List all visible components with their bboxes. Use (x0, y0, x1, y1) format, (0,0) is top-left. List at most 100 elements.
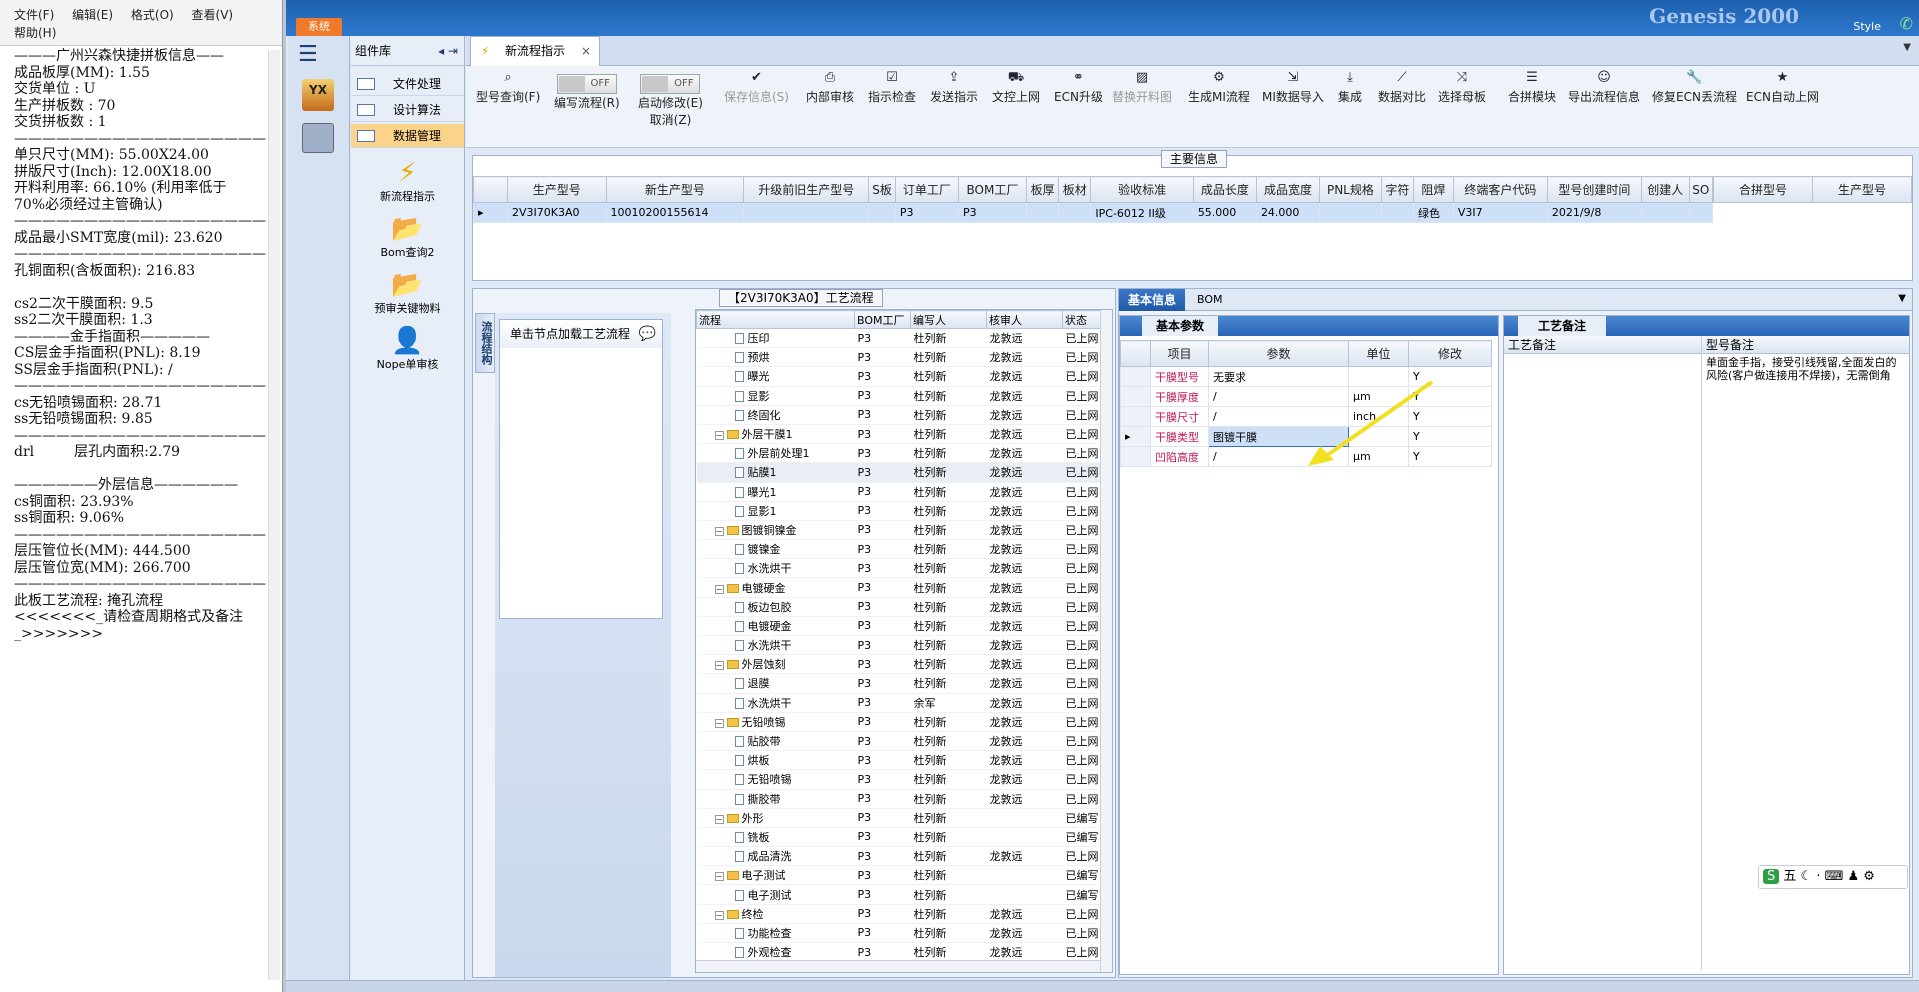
main-info-col[interactable]: 板材 (1058, 176, 1092, 203)
menu-view[interactable]: 查看(V) (192, 6, 234, 24)
main-info-col[interactable]: 生产型号 (507, 176, 607, 203)
check-instruction-button[interactable]: ☑ 指示检查 (868, 70, 916, 105)
menu-edit[interactable]: 编辑(E) (72, 6, 113, 24)
tool-nope-review[interactable]: 👤 Nope单审核 (351, 326, 464, 372)
main-info-cell[interactable]: 10010200155614 (605, 202, 745, 223)
tree-hscrollbar[interactable] (696, 960, 1100, 972)
menu-help[interactable]: 帮助(H) (14, 24, 56, 42)
tree-node[interactable]: − 外形 (696, 808, 855, 828)
save-info-button[interactable]: ✔ 保存信息(S) (724, 70, 789, 105)
main-info-cell[interactable]: V3I7 (1452, 202, 1548, 223)
tree-node[interactable]: 水洗烘干 (696, 558, 855, 579)
col-item[interactable]: 项目 (1150, 340, 1209, 367)
tree-node[interactable]: 铣板 (696, 827, 855, 848)
hamburger-icon[interactable]: ☰ (298, 42, 339, 67)
col-modify[interactable]: 修改 (1408, 340, 1492, 367)
flow-structure-vtab[interactable]: 流程结构 (475, 313, 495, 373)
chevron-down-icon[interactable]: ▼ (1898, 293, 1906, 304)
tree-node[interactable]: 曝光1 (696, 482, 855, 502)
internal-audit-button[interactable]: ⎙ 内部审核 (806, 70, 854, 105)
tree-node[interactable]: − 图镀铜镍金 (696, 520, 855, 541)
subtab-basic-params[interactable]: 基本参数 (1142, 316, 1219, 336)
main-info-cell[interactable] (1688, 202, 1714, 223)
main-info-col[interactable]: 终端客户代码 (1452, 176, 1548, 203)
tree-row[interactable]: 显影 P3 杜列新 龙敦远 已上网 (696, 386, 1101, 406)
tree-node[interactable]: 电子测试 (696, 884, 855, 905)
tab-basic-info[interactable]: 基本信息 (1119, 289, 1185, 311)
component-design-algorithm[interactable]: 设计算法 (351, 98, 464, 122)
tree-row[interactable]: 无铅喷锡 P3 杜列新 龙敦远 已上网 (696, 769, 1101, 790)
tree-node[interactable]: 外层前处理1 (696, 443, 855, 464)
tree-node[interactable]: 显影 (696, 386, 855, 406)
tree-node[interactable]: 镀镍金 (696, 539, 855, 560)
model-query-button[interactable]: ⌕ 型号查询(F) (476, 70, 540, 105)
tree-row[interactable]: 撕胶带 P3 杜列新 龙敦远 已上网 (696, 789, 1101, 809)
main-info-col[interactable]: SO (1688, 176, 1714, 203)
main-info-cell[interactable] (1058, 202, 1092, 223)
main-info-cell[interactable]: P3 (957, 202, 1027, 223)
tree-row[interactable]: − 外层蚀刻 P3 杜列新 龙敦远 已上网 (696, 654, 1101, 675)
tree-row[interactable]: 水洗烘干 P3 杜列新 龙敦远 已上网 (696, 635, 1101, 656)
main-info-col[interactable]: 升级前旧生产型号 (743, 176, 870, 203)
tree-row[interactable]: − 图镀铜镍金 P3 杜列新 龙敦远 已上网 (696, 520, 1101, 541)
col-reviewer[interactable]: 核审人 (986, 310, 1063, 329)
tree-node[interactable]: 显影1 (696, 501, 855, 521)
tree-row[interactable]: 铣板 P3 杜列新 已编写 (696, 827, 1101, 848)
tree-node[interactable]: 退膜 (696, 673, 855, 694)
tree-node[interactable]: 外观检查 (696, 942, 855, 963)
tree-node[interactable]: 撕胶带 (696, 789, 855, 809)
main-info-cell[interactable]: 2V3I70K3A0 (507, 202, 607, 223)
ecn-auto-upload-button[interactable]: ★ ECN自动上网 (1746, 70, 1819, 105)
tree-row[interactable]: 曝光 P3 杜列新 龙敦远 已上网 (696, 366, 1101, 387)
select-mother-board-button[interactable]: ⤨ 选择母板 (1438, 70, 1486, 105)
tree-node[interactable]: 水洗烘干 (696, 693, 855, 713)
tool-pre-review-material[interactable]: 📂 预审关键物料 (351, 270, 464, 316)
component-data-management[interactable]: 数据管理 (351, 124, 464, 148)
calculator-icon[interactable] (302, 123, 334, 153)
collapse-icon[interactable]: − (714, 661, 724, 671)
tree-row[interactable]: 烘板 P3 杜列新 龙敦远 已上网 (696, 750, 1101, 771)
collapse-icon[interactable]: − (714, 814, 724, 824)
tree-node[interactable]: 曝光 (696, 366, 855, 387)
table-row[interactable]: ▸ 2V3I70K3A0 10010200155614 P3 P3 IPC-6012 II… (473, 202, 1714, 223)
col-bom-factory[interactable]: BOM工厂 (854, 310, 911, 329)
collapse-icon[interactable]: − (714, 584, 724, 594)
toggle-switch[interactable]: OFF (640, 74, 701, 94)
tree-row[interactable]: 显影1 P3 杜列新 龙敦远 已上网 (696, 501, 1101, 521)
col-merge-model[interactable]: 合拼型号 (1713, 176, 1813, 203)
model-remark-text[interactable]: 单面金手指，接受引线残留,全面发白的风险(客户做连接用不焊接)，无需倒角 (1702, 354, 1909, 384)
tree-row[interactable]: 终固化 P3 杜列新 龙敦远 已上网 (696, 405, 1101, 425)
tree-row[interactable]: 水洗烘干 P3 杜列新 龙敦远 已上网 (696, 558, 1101, 579)
tree-row[interactable]: − 无铅喷锡 P3 杜列新 龙敦远 已上网 (696, 712, 1101, 732)
main-info-col[interactable]: 验收标准 (1090, 176, 1194, 203)
menu-format[interactable]: 格式(O) (131, 6, 174, 24)
main-info-cell[interactable] (1380, 202, 1414, 223)
col-flow[interactable]: 流程 (696, 310, 855, 329)
tree-row[interactable]: 贴胶带 P3 杜列新 龙敦远 已上网 (696, 731, 1101, 752)
tree-row[interactable]: 压印 P3 杜列新 龙敦远 已上网 (696, 328, 1101, 349)
tree-row[interactable]: 退膜 P3 杜列新 龙敦远 已上网 (696, 673, 1101, 694)
tree-node[interactable]: 预烘 (696, 347, 855, 368)
main-info-cell[interactable]: 2021/9/8 (1546, 202, 1642, 223)
pin-icon[interactable]: ◂ ⇥ (438, 36, 458, 66)
tree-row[interactable]: 电镀硬金 P3 杜列新 龙敦远 已上网 (696, 616, 1101, 637)
main-info-cell[interactable] (1025, 202, 1060, 223)
main-info-cell[interactable] (743, 202, 870, 223)
tree-node[interactable]: − 电镀硬金 (696, 577, 855, 598)
tree-row[interactable]: − 外层干膜1 P3 杜列新 龙敦远 已上网 (696, 424, 1101, 445)
doc-upload-button[interactable]: ⛟ 文控上网 (992, 70, 1040, 105)
col-status[interactable]: 状态 (1062, 310, 1101, 329)
tree-row[interactable]: 水洗烘干 P3 余军 龙敦远 已上网 (696, 693, 1101, 713)
tree-row[interactable]: 成品清洗 P3 杜列新 龙敦远 已上网 (696, 846, 1101, 867)
tree-row[interactable]: 板边包胶 P3 杜列新 龙敦远 已上网 (696, 597, 1101, 617)
main-info-col[interactable]: 成品长度 (1192, 176, 1257, 203)
system-tab[interactable]: 系统 (296, 18, 342, 36)
export-flow-info-button[interactable]: ☺ 导出流程信息 (1568, 70, 1640, 105)
tree-row[interactable]: 曝光1 P3 杜列新 龙敦远 已上网 (696, 482, 1101, 502)
main-info-cell[interactable] (868, 202, 896, 223)
main-info-col[interactable]: PNL规格 (1319, 176, 1382, 203)
tree-node[interactable]: 压印 (696, 328, 855, 349)
main-info-cell[interactable]: 55.000 (1192, 202, 1257, 223)
tree-row[interactable]: − 电镀硬金 P3 杜列新 龙敦远 已上网 (696, 577, 1101, 598)
notepad-text-area[interactable]: ———广州兴森快捷拼板信息—— 成品板厚(MM): 1.55 交货单位 : U 生产拼… (0, 46, 282, 644)
